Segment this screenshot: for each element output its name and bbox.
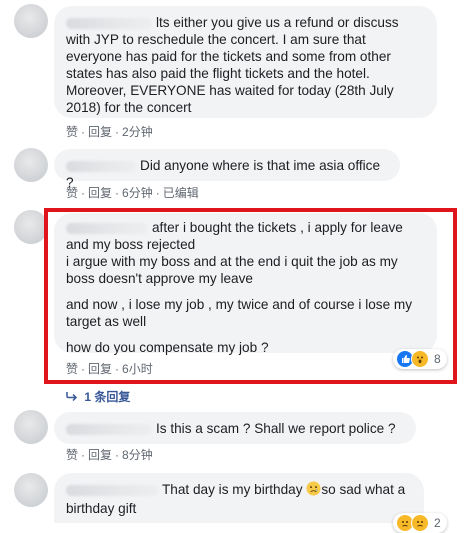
- wow-reaction-icon: [411, 350, 429, 368]
- sad-emoji-icon: [306, 481, 321, 500]
- comment-actions: 赞 · 回复 · 8分钟: [66, 446, 153, 463]
- like-link[interactable]: 赞: [66, 360, 78, 377]
- timestamp[interactable]: 8分钟: [122, 446, 153, 463]
- commenter-name[interactable]: [66, 423, 152, 435]
- comment-bubble: Did anyone where is that ime asia office…: [54, 149, 400, 190]
- comment-paragraph: i argue with my boss and at the end i qu…: [66, 254, 398, 286]
- reply-link[interactable]: 回复: [88, 184, 112, 201]
- comment-actions: 赞 · 回复 · 2分钟: [66, 123, 153, 140]
- avatar[interactable]: [14, 4, 48, 38]
- comment-bubble: after i bought the tickets , i apply for…: [54, 213, 437, 355]
- commenter-name[interactable]: [66, 222, 148, 234]
- avatar[interactable]: [14, 410, 48, 444]
- reaction-count: 8: [434, 352, 441, 366]
- avatar[interactable]: [14, 473, 48, 507]
- comment-text: Is this a scam ? Shall we report police …: [156, 421, 396, 436]
- edited-label: 已编辑: [162, 186, 199, 200]
- reaction-summary[interactable]: 8: [393, 349, 447, 369]
- timestamp[interactable]: 6小时: [122, 360, 153, 377]
- comment-paragraph: how do you compensate my job ?: [66, 340, 269, 355]
- comment-bubble: That day is my birthday so sad what a bi…: [54, 473, 424, 523]
- comment-text: lts either you give us a refund or discu…: [66, 15, 399, 115]
- like-link[interactable]: 赞: [66, 184, 78, 201]
- comment-bubble: lts either you give us a refund or discu…: [54, 6, 437, 118]
- like-link[interactable]: 赞: [66, 123, 78, 140]
- avatar[interactable]: [14, 148, 48, 182]
- comment-paragraph: and now , i lose my job , my twice and o…: [66, 297, 413, 329]
- commenter-name[interactable]: [66, 485, 158, 496]
- comment-paragraph: after i bought the tickets , i apply for…: [66, 220, 403, 252]
- commenter-name[interactable]: [66, 17, 152, 29]
- comment-actions: 赞 · 回复 · 6分钟 · 已编辑: [66, 184, 199, 201]
- reaction-count: 2: [434, 516, 441, 530]
- view-replies-link[interactable]: 1 条回复: [66, 388, 130, 405]
- timestamp[interactable]: 2分钟: [122, 123, 153, 140]
- reply-link[interactable]: 回复: [88, 360, 112, 377]
- reaction-summary[interactable]: 2: [393, 513, 447, 533]
- reply-arrow-icon: [66, 390, 81, 404]
- avatar[interactable]: [14, 210, 48, 244]
- comment-text: That day is my birthday: [162, 482, 303, 498]
- like-link[interactable]: 赞: [66, 446, 78, 463]
- commenter-name[interactable]: [66, 160, 136, 172]
- reply-link[interactable]: 回复: [88, 123, 112, 140]
- timestamp[interactable]: 6分钟: [122, 184, 153, 201]
- comment-actions: 赞 · 回复 · 6小时: [66, 360, 153, 377]
- sad-reaction-icon: [411, 514, 429, 532]
- reply-link[interactable]: 回复: [88, 446, 112, 463]
- comment-bubble: Is this a scam ? Shall we report police …: [54, 412, 416, 444]
